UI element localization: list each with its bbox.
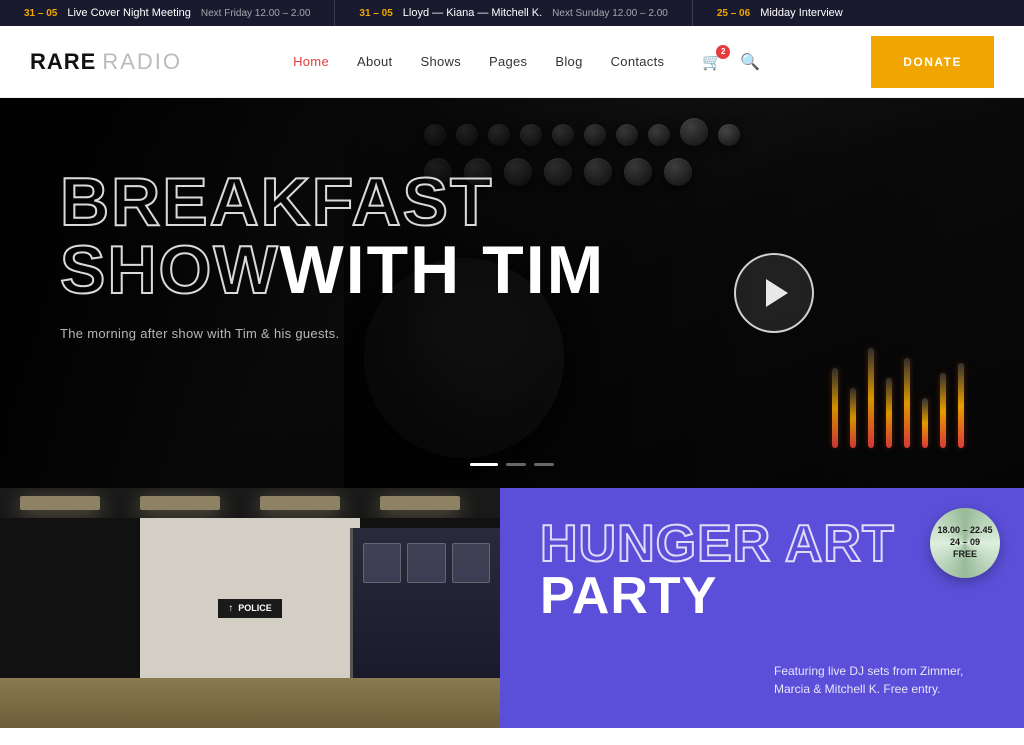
hero-title-show: SHOW bbox=[60, 236, 280, 304]
platform-wall: ↑ POLICE bbox=[140, 518, 360, 678]
main-nav: Home About Shows Pages Blog Contacts 🛒 2… bbox=[293, 52, 760, 72]
hero-title-line1: BREAKFAST bbox=[60, 168, 605, 236]
header: RARE RADIO Home About Shows Pages Blog C… bbox=[0, 26, 1024, 98]
dark-wall-left bbox=[0, 518, 140, 678]
ticker-title-1: Live Cover Night Meeting bbox=[67, 7, 191, 19]
ceiling-light bbox=[260, 496, 340, 510]
hero-content: BREAKFAST SHOW WITH TIM The morning afte… bbox=[60, 168, 605, 341]
event-panel: 18.00 – 22.45 24 – 09 FREE HUNGER ART PA… bbox=[500, 488, 1024, 728]
play-icon bbox=[766, 279, 788, 307]
nav-blog[interactable]: Blog bbox=[555, 54, 582, 69]
nav-icons: 🛒 2 🔍 bbox=[702, 52, 760, 72]
police-sign: ↑ POLICE bbox=[218, 599, 282, 618]
slide-dot-1[interactable] bbox=[470, 463, 498, 466]
train-window bbox=[452, 543, 490, 583]
event-badge-date: 24 – 09 bbox=[950, 537, 980, 549]
platform-floor bbox=[0, 678, 500, 728]
police-text: POLICE bbox=[238, 603, 272, 613]
event-title-line1: HUNGER ART bbox=[540, 518, 994, 570]
logo-bold: RARE bbox=[30, 49, 96, 75]
subway-image: ↑ POLICE bbox=[0, 488, 500, 728]
event-badge-time: 18.00 – 22.45 bbox=[937, 525, 992, 537]
hero-title-with-tim: WITH TIM bbox=[280, 236, 606, 304]
ticker-date-3: 25 – 06 bbox=[717, 8, 750, 19]
ticker-item-2: 31 – 05 Lloyd — Kiana — Mitchell K. Next… bbox=[335, 0, 692, 26]
train-window bbox=[363, 543, 401, 583]
ticker-title-3: Midday Interview bbox=[760, 7, 843, 19]
hero-section: BREAKFAST SHOW WITH TIM The morning afte… bbox=[0, 98, 1024, 488]
event-title-line2: PARTY bbox=[540, 570, 994, 622]
search-icon[interactable]: 🔍 bbox=[740, 52, 760, 72]
event-description: Featuring live DJ sets from Zimmer, Marc… bbox=[774, 662, 994, 698]
bottom-section: ↑ POLICE 18.00 – 22.45 24 – 09 FREE HUNG… bbox=[0, 488, 1024, 728]
event-badge: 18.00 – 22.45 24 – 09 FREE bbox=[930, 508, 1000, 578]
ceiling-light bbox=[380, 496, 460, 510]
ceiling-light bbox=[20, 496, 100, 510]
ticker-item-1: 31 – 05 Live Cover Night Meeting Next Fr… bbox=[0, 0, 335, 26]
ticker-date-2: 31 – 05 bbox=[359, 8, 392, 19]
logo[interactable]: RARE RADIO bbox=[30, 49, 182, 75]
nav-about[interactable]: About bbox=[357, 54, 392, 69]
ticker-item-3: 25 – 06 Midday Interview bbox=[693, 0, 867, 26]
ceiling-lights bbox=[0, 488, 500, 518]
hero-subtitle: The morning after show with Tim & his gu… bbox=[60, 326, 605, 341]
donate-button[interactable]: DONATE bbox=[871, 36, 994, 88]
slide-dot-2[interactable] bbox=[506, 463, 526, 466]
nav-pages[interactable]: Pages bbox=[489, 54, 527, 69]
cart-badge: 2 bbox=[716, 45, 730, 59]
arrow-up-icon: ↑ bbox=[228, 603, 233, 614]
cart-icon[interactable]: 🛒 2 bbox=[702, 52, 722, 72]
nav-home[interactable]: Home bbox=[293, 54, 329, 69]
logo-light: RADIO bbox=[102, 49, 182, 75]
slide-dot-3[interactable] bbox=[534, 463, 554, 466]
ceiling-light bbox=[140, 496, 220, 510]
ticker-date-1: 31 – 05 bbox=[24, 8, 57, 19]
ticker-time-2: Next Sunday 12.00 – 2.00 bbox=[552, 8, 668, 19]
event-badge-price: FREE bbox=[953, 549, 977, 561]
subway-train bbox=[350, 528, 500, 678]
train-windows bbox=[363, 543, 490, 583]
slide-indicators bbox=[470, 463, 554, 466]
ticker-time-1: Next Friday 12.00 – 2.00 bbox=[201, 8, 311, 19]
ticker-bar: 31 – 05 Live Cover Night Meeting Next Fr… bbox=[0, 0, 1024, 26]
train-window bbox=[407, 543, 445, 583]
ticker-title-2: Lloyd — Kiana — Mitchell K. bbox=[403, 7, 542, 19]
nav-shows[interactable]: Shows bbox=[420, 54, 461, 69]
nav-contacts[interactable]: Contacts bbox=[611, 54, 665, 69]
play-button[interactable] bbox=[734, 253, 814, 333]
